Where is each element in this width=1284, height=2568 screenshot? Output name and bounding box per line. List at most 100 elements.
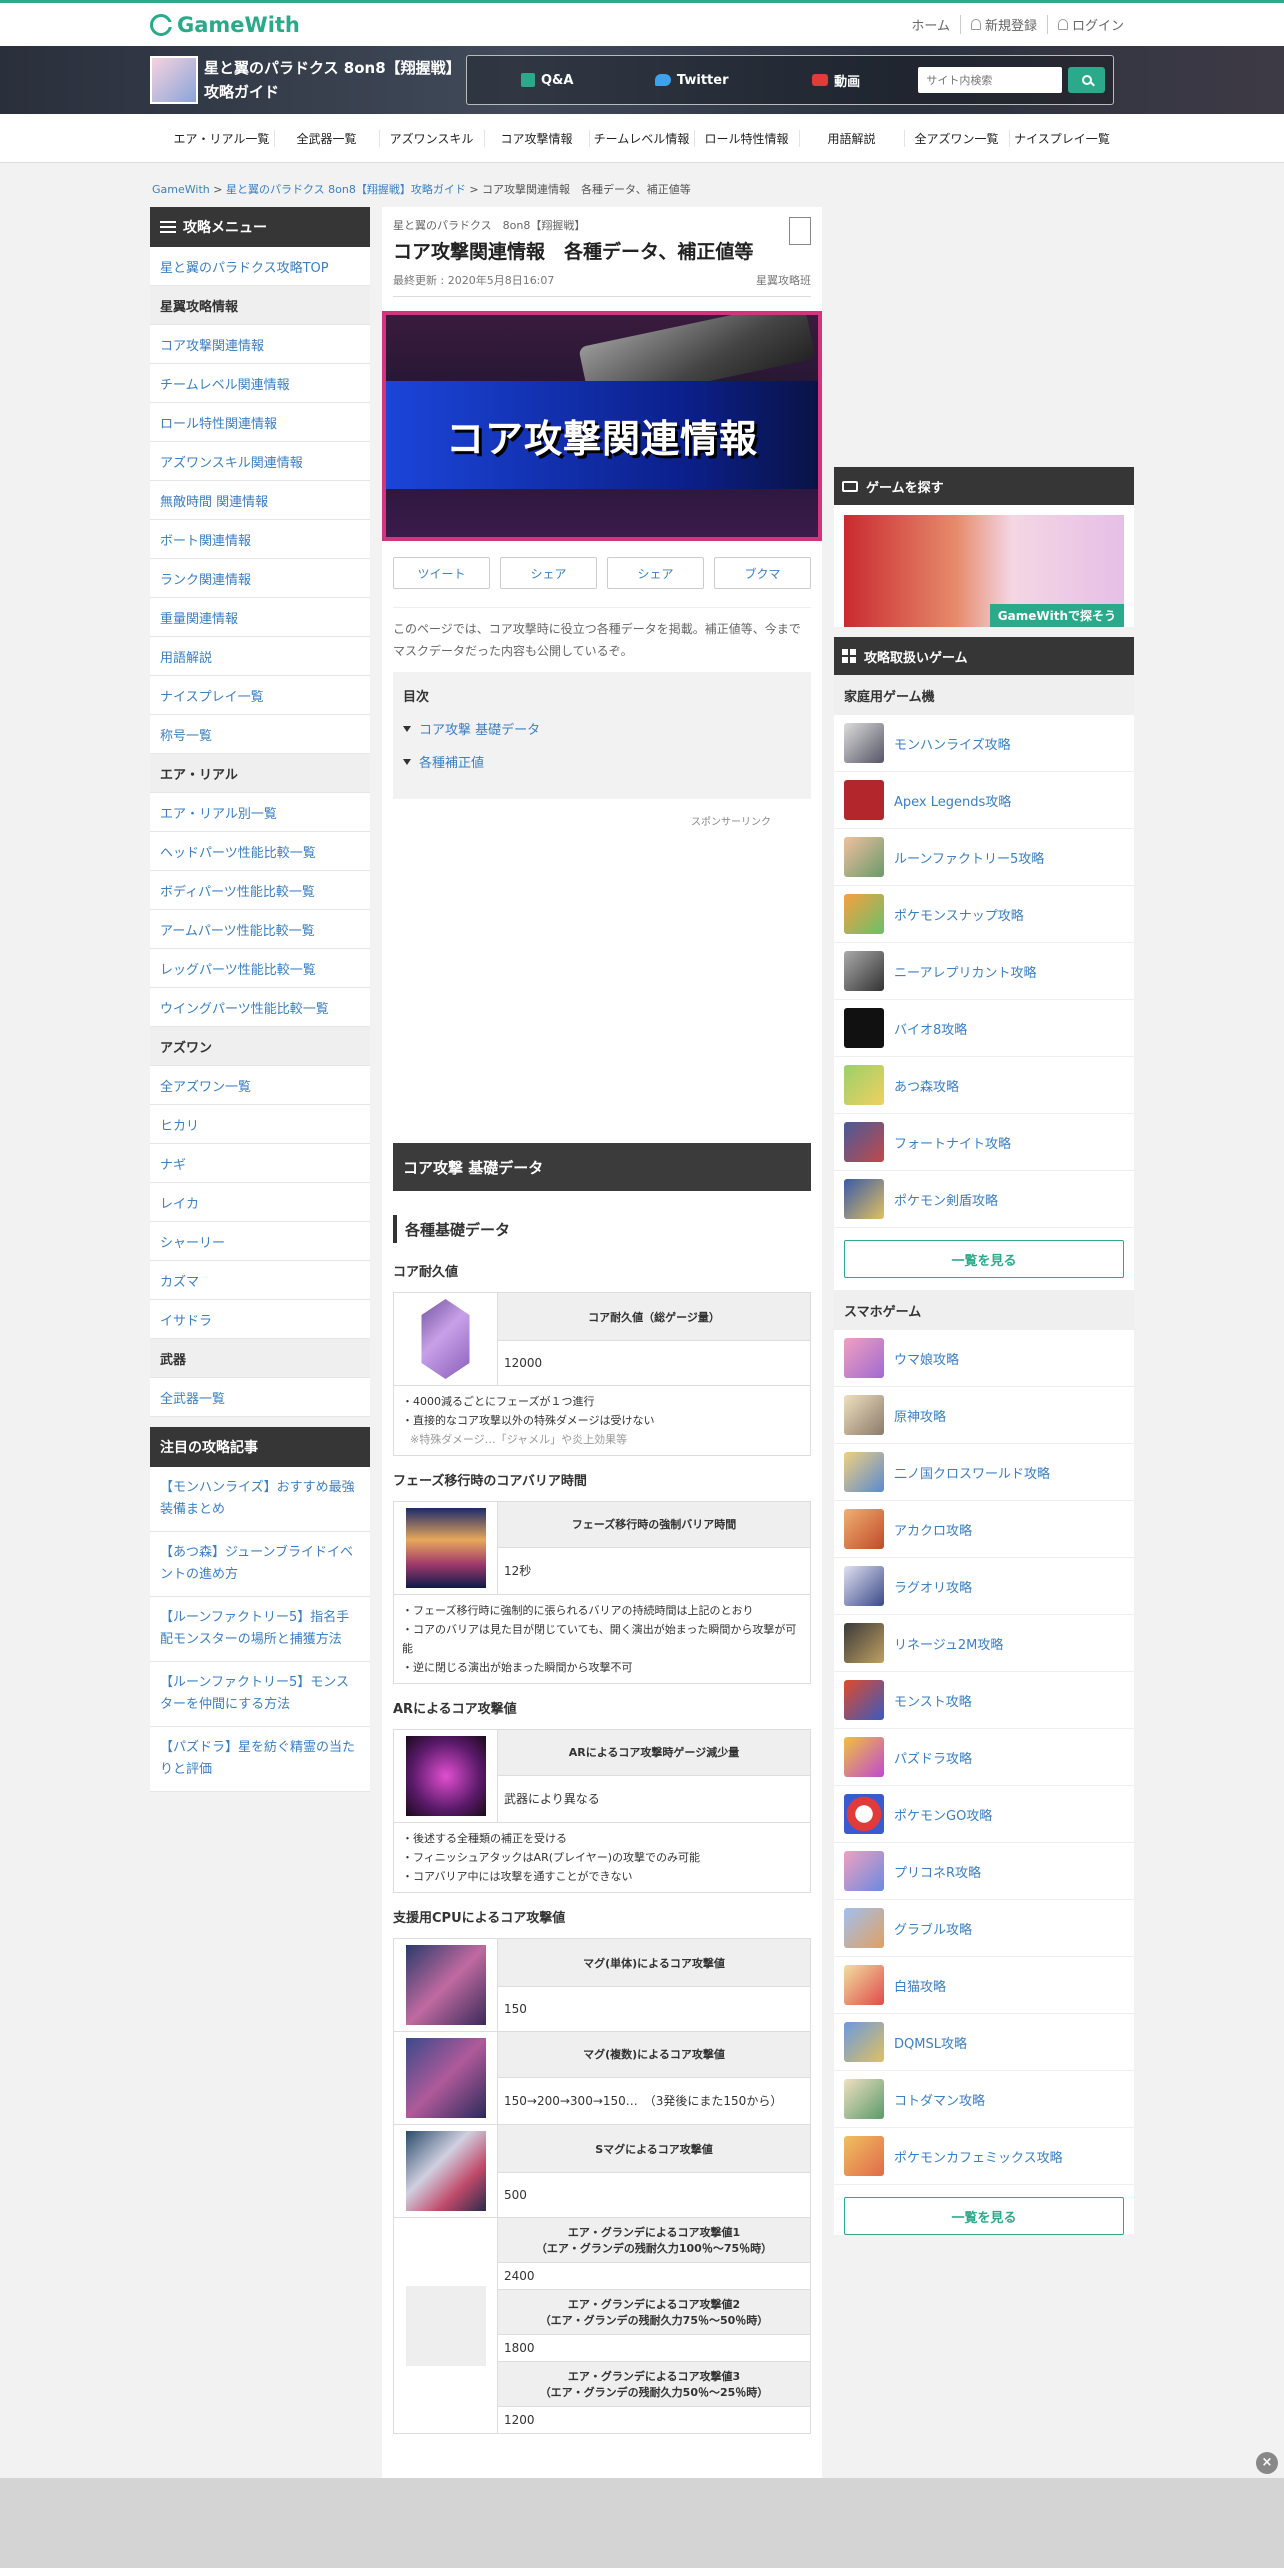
gamewith-logo[interactable]: GameWith bbox=[150, 13, 300, 37]
game-link[interactable]: 二ノ国クロスワールド攻略 bbox=[834, 1444, 1134, 1501]
catnav-item[interactable]: コア攻撃情報 bbox=[485, 129, 590, 147]
catnav-item[interactable]: 全アズワン一覧 bbox=[905, 129, 1010, 147]
menu-item[interactable]: ロール特性関連情報 bbox=[150, 403, 370, 442]
game-link[interactable]: リネージュ2M攻略 bbox=[834, 1615, 1134, 1672]
ad-banner[interactable]: GameWithで探そう bbox=[844, 515, 1124, 627]
menu-header: 攻略メニュー bbox=[150, 207, 370, 247]
hatena-bookmark-button[interactable]: ブクマ bbox=[714, 557, 811, 589]
game-icon bbox=[844, 1737, 884, 1777]
featured-article-link[interactable]: 【あつ森】ジューンブライドイベントの進め方 bbox=[150, 1532, 370, 1597]
menu-item[interactable]: 無敵時間 関連情報 bbox=[150, 481, 370, 520]
menu-top-link[interactable]: 星と翼のパラドクス攻略TOP bbox=[150, 247, 370, 286]
game-link[interactable]: パズドラ攻略 bbox=[834, 1729, 1134, 1786]
game-link[interactable]: ポケモンGO攻略 bbox=[834, 1786, 1134, 1843]
line-share-button[interactable]: シェア bbox=[500, 557, 597, 589]
qa-button[interactable]: Q&A bbox=[475, 73, 619, 88]
menu-item[interactable]: 重量関連情報 bbox=[150, 598, 370, 637]
game-link[interactable]: バイオ8攻略 bbox=[834, 1000, 1134, 1057]
featured-article-link[interactable]: 【パズドラ】星を紡ぐ精霊の当たりと評価 bbox=[150, 1727, 370, 1792]
twitter-button[interactable]: Twitter bbox=[619, 73, 763, 88]
see-all-console-button[interactable]: 一覧を見る bbox=[844, 1240, 1124, 1278]
game-link[interactable]: コトダマン攻略 bbox=[834, 2071, 1134, 2128]
menu-item[interactable]: アームパーツ性能比較一覧 bbox=[150, 910, 370, 949]
game-link[interactable]: モンハンライズ攻略 bbox=[834, 715, 1134, 772]
bookmark-star-icon[interactable] bbox=[789, 217, 811, 245]
video-button[interactable]: 動画 bbox=[764, 71, 908, 90]
breadcrumb-guide[interactable]: 星と翼のパラドクス 8on8【翔握戦】攻略ガイド bbox=[226, 183, 466, 196]
featured-article-link[interactable]: 【モンハンライズ】おすすめ最強装備まとめ bbox=[150, 1467, 370, 1532]
menu-item[interactable]: アズワンスキル関連情報 bbox=[150, 442, 370, 481]
grid-icon bbox=[842, 649, 856, 663]
game-thumbnail[interactable] bbox=[150, 56, 198, 104]
game-link[interactable]: フォートナイト攻略 bbox=[834, 1114, 1134, 1171]
menu-item[interactable]: ナギ bbox=[150, 1144, 370, 1183]
menu-item[interactable]: ランク関連情報 bbox=[150, 559, 370, 598]
game-link[interactable]: グラブル攻略 bbox=[834, 1900, 1134, 1957]
breadcrumb-home[interactable]: GameWith bbox=[152, 183, 210, 196]
game-link[interactable]: Apex Legends攻略 bbox=[834, 772, 1134, 829]
menu-item[interactable]: カズマ bbox=[150, 1261, 370, 1300]
menu-item[interactable]: ウイングパーツ性能比較一覧 bbox=[150, 988, 370, 1027]
catnav-item[interactable]: ロール特性情報 bbox=[695, 129, 800, 147]
triangle-icon bbox=[403, 758, 411, 765]
close-ad-icon[interactable]: × bbox=[1256, 2452, 1278, 2474]
register-link[interactable]: 新規登録 bbox=[959, 15, 1047, 34]
tweet-button[interactable]: ツイート bbox=[393, 557, 490, 589]
menu-item[interactable]: コア攻撃関連情報 bbox=[150, 325, 370, 364]
game-link-label: 二ノ国クロスワールド攻略 bbox=[894, 1466, 1051, 1482]
menu-item[interactable]: レッグパーツ性能比較一覧 bbox=[150, 949, 370, 988]
toc-title: 目次 bbox=[403, 690, 430, 705]
search-input[interactable] bbox=[918, 67, 1063, 93]
menu-item[interactable]: 全アズワン一覧 bbox=[150, 1066, 370, 1105]
catnav-item[interactable]: 用語解説 bbox=[800, 129, 905, 147]
game-link[interactable]: ウマ娘攻略 bbox=[834, 1330, 1134, 1387]
toc-link[interactable]: 各種補正値 bbox=[403, 752, 801, 771]
see-all-mobile-button[interactable]: 一覧を見る bbox=[844, 2197, 1124, 2235]
menu-item[interactable]: ボート関連情報 bbox=[150, 520, 370, 559]
game-link[interactable]: アカクロ攻略 bbox=[834, 1501, 1134, 1558]
game-link[interactable]: あつ森攻略 bbox=[834, 1057, 1134, 1114]
menu-item[interactable]: 称号一覧 bbox=[150, 715, 370, 754]
menu-item[interactable]: エア・リアル別一覧 bbox=[150, 793, 370, 832]
game-link[interactable]: ラグオリ攻略 bbox=[834, 1558, 1134, 1615]
menu-item[interactable]: チームレベル関連情報 bbox=[150, 364, 370, 403]
menu-item[interactable]: ヒカリ bbox=[150, 1105, 370, 1144]
featured-article-link[interactable]: 【ルーンファクトリー5】指名手配モンスターの場所と捕獲方法 bbox=[150, 1597, 370, 1662]
search-button[interactable] bbox=[1068, 67, 1105, 93]
breadcrumb-current: コア攻撃関連情報 各種データ、補正値等 bbox=[482, 183, 691, 196]
menu-item[interactable]: ヘッドパーツ性能比較一覧 bbox=[150, 832, 370, 871]
menu-item[interactable]: イサドラ bbox=[150, 1300, 370, 1339]
game-link[interactable]: 原神攻略 bbox=[834, 1387, 1134, 1444]
facebook-share-button[interactable]: シェア bbox=[607, 557, 704, 589]
table-value: 武器により異なる bbox=[497, 1774, 811, 1824]
catnav-item[interactable]: エア・リアル一覧 bbox=[170, 129, 275, 147]
game-icon bbox=[844, 1965, 884, 2005]
menu-item[interactable]: ナイスプレイ一覧 bbox=[150, 676, 370, 715]
game-link[interactable]: ポケモン剣盾攻略 bbox=[834, 1171, 1134, 1228]
game-link[interactable]: 白猫攻略 bbox=[834, 1957, 1134, 2014]
toc-link[interactable]: コア攻撃 基礎データ bbox=[403, 719, 801, 738]
catnav-item[interactable]: アズワンスキル bbox=[380, 129, 485, 147]
menu-item[interactable]: ボディパーツ性能比較一覧 bbox=[150, 871, 370, 910]
game-link[interactable]: ルーンファクトリー5攻略 bbox=[834, 829, 1134, 886]
table-of-contents: 目次 コア攻撃 基礎データ 各種補正値 bbox=[393, 672, 811, 799]
game-link[interactable]: ポケモンスナップ攻略 bbox=[834, 886, 1134, 943]
game-link[interactable]: ニーアレプリカント攻略 bbox=[834, 943, 1134, 1000]
game-link[interactable]: モンスト攻略 bbox=[834, 1672, 1134, 1729]
catnav-item[interactable]: チームレベル情報 bbox=[590, 129, 695, 147]
game-title[interactable]: 星と翼のパラドクス 8on8【翔握戦】攻略ガイド bbox=[204, 56, 454, 104]
menu-item[interactable]: レイカ bbox=[150, 1183, 370, 1222]
menu-item[interactable]: シャーリー bbox=[150, 1222, 370, 1261]
menu-item[interactable]: 用語解説 bbox=[150, 637, 370, 676]
game-link[interactable]: プリコネR攻略 bbox=[834, 1843, 1134, 1900]
game-link[interactable]: ポケモンカフェミックス攻略 bbox=[834, 2128, 1134, 2185]
table-value: 1800 bbox=[497, 2334, 811, 2362]
menu-item[interactable]: 全武器一覧 bbox=[150, 1378, 370, 1417]
login-link[interactable]: ログイン bbox=[1046, 15, 1134, 34]
catnav-item[interactable]: 全武器一覧 bbox=[275, 129, 380, 147]
home-link[interactable]: ホーム bbox=[901, 15, 960, 34]
catnav-item[interactable]: ナイスプレイ一覧 bbox=[1010, 130, 1115, 147]
hero-image: コア攻撃関連情報 bbox=[382, 311, 822, 541]
game-link[interactable]: DQMSL攻略 bbox=[834, 2014, 1134, 2071]
featured-article-link[interactable]: 【ルーンファクトリー5】モンスターを仲間にする方法 bbox=[150, 1662, 370, 1727]
